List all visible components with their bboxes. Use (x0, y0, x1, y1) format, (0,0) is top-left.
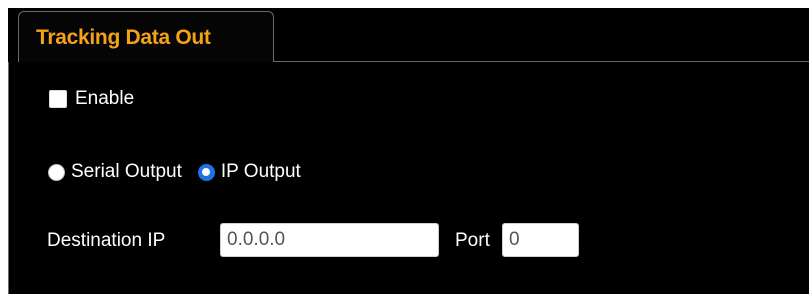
port-label: Port (455, 230, 490, 251)
serial-output-radio[interactable] (48, 163, 65, 181)
serial-output-label: Serial Output (71, 161, 182, 182)
port-input[interactable] (502, 223, 579, 257)
destination-ip-label: Destination IP (47, 230, 166, 251)
enable-checkbox[interactable] (49, 90, 67, 108)
output-mode-group: Serial Output IP Output (48, 161, 301, 183)
tab-divider (274, 61, 809, 62)
content-left-border (8, 62, 9, 294)
ip-output-radio[interactable] (197, 163, 215, 181)
tab-label: Tracking Data Out (36, 26, 211, 49)
destination-ip-input[interactable] (220, 223, 439, 257)
page-frame: Tracking Data Out Enable Serial Output I… (0, 0, 809, 294)
ip-output-label: IP Output (220, 161, 301, 182)
enable-row: Enable (49, 88, 134, 110)
tab-tracking-data-out[interactable]: Tracking Data Out (18, 11, 274, 62)
enable-label: Enable (75, 88, 135, 109)
